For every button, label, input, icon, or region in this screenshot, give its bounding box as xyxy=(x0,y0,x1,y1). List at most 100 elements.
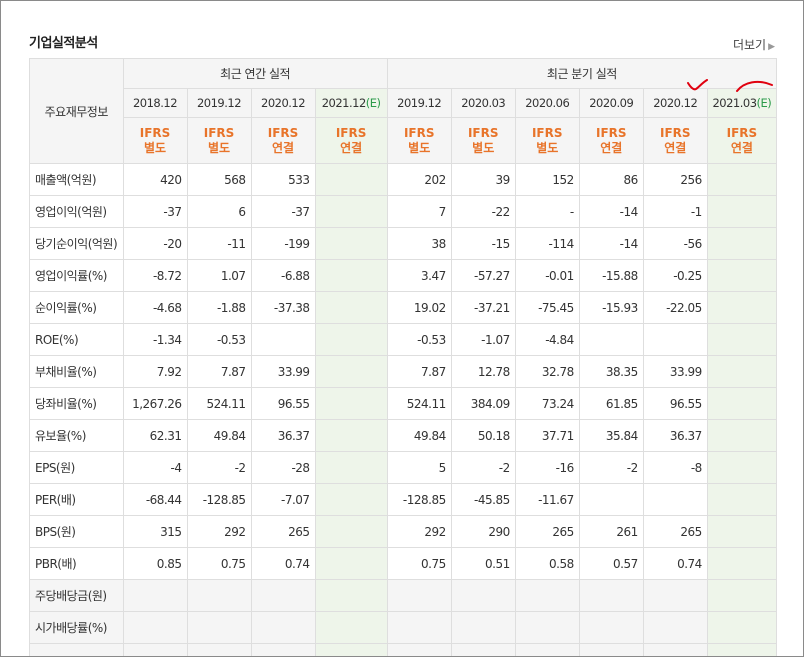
table-cell: 265 xyxy=(250,515,316,548)
table-cell: -199 xyxy=(250,227,316,260)
basis-label: 별도 xyxy=(536,140,559,155)
table-cell xyxy=(706,195,778,228)
table-row: 부채비율(%) 7.92 7.87 33.99 7.87 12.78 32.78 38.35 3… xyxy=(29,355,778,388)
table-cell xyxy=(250,323,316,356)
table-cell xyxy=(642,643,708,656)
annotation-check-mark xyxy=(687,79,708,91)
table-cell: -114 xyxy=(514,227,580,260)
table-cell: 73.24 xyxy=(514,387,580,420)
table-cell xyxy=(706,643,778,656)
period-label: 2021.03 xyxy=(712,96,757,110)
row-label: EPS(원) xyxy=(29,451,124,484)
table-cell: 19.02 xyxy=(386,291,452,324)
table-cell: -4.84 xyxy=(514,323,580,356)
table-cell xyxy=(122,579,188,612)
table-cell: -0.53 xyxy=(386,323,452,356)
table-cell: 292 xyxy=(386,515,452,548)
quarter-group-header: 최근 분기 실적 xyxy=(386,58,778,89)
table-cell: 96.55 xyxy=(250,387,316,420)
ifrs-label: IFRS xyxy=(595,125,627,140)
financial-table: 주요재무정보 최근 연간 실적 최근 분기 실적 2018.12 2019.12 2… xyxy=(29,58,778,656)
table-cell: 0.75 xyxy=(186,547,252,580)
table-cell: 524.11 xyxy=(386,387,452,420)
table-cell: -22 xyxy=(450,195,516,228)
table-cell: 12.78 xyxy=(450,355,516,388)
table-cell: 33.99 xyxy=(642,355,708,388)
table-cell xyxy=(314,547,388,580)
more-link[interactable]: 더보기 ▶ xyxy=(733,36,775,53)
period-header: 2021.12(E) xyxy=(314,88,388,118)
table-cell xyxy=(314,291,388,324)
table-cell: -15.88 xyxy=(578,259,644,292)
table-cell xyxy=(250,643,316,656)
table-cell: 50.18 xyxy=(450,419,516,452)
table-cell: - xyxy=(514,195,580,228)
table-cell xyxy=(706,515,778,548)
period-label: 2020.12 xyxy=(261,96,306,110)
basis-label: 별도 xyxy=(207,140,231,155)
table-cell: -2 xyxy=(450,451,516,484)
table-cell xyxy=(578,579,644,612)
period-header: 2019.12 xyxy=(186,88,252,118)
period-label: 2021.12 xyxy=(321,96,367,110)
table-cell: 0.75 xyxy=(386,547,452,580)
ifrs-label: IFRS xyxy=(726,125,758,140)
table-cell: -4.68 xyxy=(122,291,188,324)
table-row xyxy=(29,643,778,656)
table-cell: -128.85 xyxy=(186,483,252,516)
table-cell: 7 xyxy=(386,195,452,228)
table-cell: 524.11 xyxy=(186,387,252,420)
annual-group-header: 최근 연간 실적 xyxy=(122,58,388,89)
table-row: 시가배당률(%) xyxy=(29,611,778,644)
table-row: PER(배) -68.44 -128.85 -7.07 -128.85 -45.85 -11… xyxy=(29,483,778,516)
period-header: 2020.03 xyxy=(450,88,516,118)
table-cell: 152 xyxy=(514,163,580,196)
table-cell: -7.07 xyxy=(250,483,316,516)
financial-summary-panel: 기업실적분석 더보기 ▶ 주요재무정보 최근 연간 실적 최근 분기 실적 201… xyxy=(0,0,804,657)
table-cell: 6 xyxy=(186,195,252,228)
table-cell xyxy=(706,547,778,580)
table-cell xyxy=(314,611,388,644)
table-cell: -8.72 xyxy=(122,259,188,292)
table-row: 순이익률(%) -4.68 -1.88 -37.38 19.02 -37.21 -75.45… xyxy=(29,291,778,324)
table-cell xyxy=(514,611,580,644)
table-cell: 533 xyxy=(250,163,316,196)
table-cell xyxy=(706,579,778,612)
table-cell: 5 xyxy=(386,451,452,484)
ifrs-label: IFRS xyxy=(660,125,691,140)
table-cell: 38 xyxy=(386,227,452,260)
table-cell: 0.74 xyxy=(642,547,708,580)
table-cell xyxy=(386,579,452,612)
table-cell: 265 xyxy=(514,515,580,548)
table-cell xyxy=(250,611,316,644)
table-cell xyxy=(642,483,708,516)
table-cell: 62.31 xyxy=(122,419,188,452)
table-cell: 202 xyxy=(386,163,452,196)
table-cell: -22.05 xyxy=(642,291,708,324)
basis-label: 연결 xyxy=(730,140,753,155)
row-label: PER(배) xyxy=(29,483,124,516)
table-cell xyxy=(578,483,644,516)
table-row: 유보율(%) 62.31 49.84 36.37 49.84 50.18 37.71 35.8… xyxy=(29,419,778,452)
table-cell: 1,267.26 xyxy=(122,387,188,420)
period-header: 2020.09 xyxy=(578,88,644,118)
table-row: ROE(%) -1.34 -0.53 -0.53 -1.07 -4.84 xyxy=(29,323,778,356)
table-row: 당좌비율(%) 1,267.26 524.11 96.55 524.11 384.09 73… xyxy=(29,387,778,420)
table-cell: -0.53 xyxy=(186,323,252,356)
period-label: 2020.12 xyxy=(653,96,698,110)
table-row: PBR(배) 0.85 0.75 0.74 0.75 0.51 0.58 0.57 0.74 xyxy=(29,547,778,580)
period-label: 2019.12 xyxy=(397,96,442,110)
table-cell xyxy=(706,163,778,196)
period-header: 2018.12 xyxy=(122,88,188,118)
basis-label: 연결 xyxy=(340,140,363,155)
table-cell: 61.85 xyxy=(578,387,644,420)
ifrs-basis-header: IFRS 별도 xyxy=(450,117,516,164)
table-cell: 315 xyxy=(122,515,188,548)
table-cell xyxy=(314,259,388,292)
period-label: 2020.09 xyxy=(589,96,634,110)
table-cell: 292 xyxy=(186,515,252,548)
table-cell: 86 xyxy=(578,163,644,196)
table-cell: -75.45 xyxy=(514,291,580,324)
chevron-right-icon: ▶ xyxy=(768,42,775,52)
table-cell: 1.07 xyxy=(186,259,252,292)
